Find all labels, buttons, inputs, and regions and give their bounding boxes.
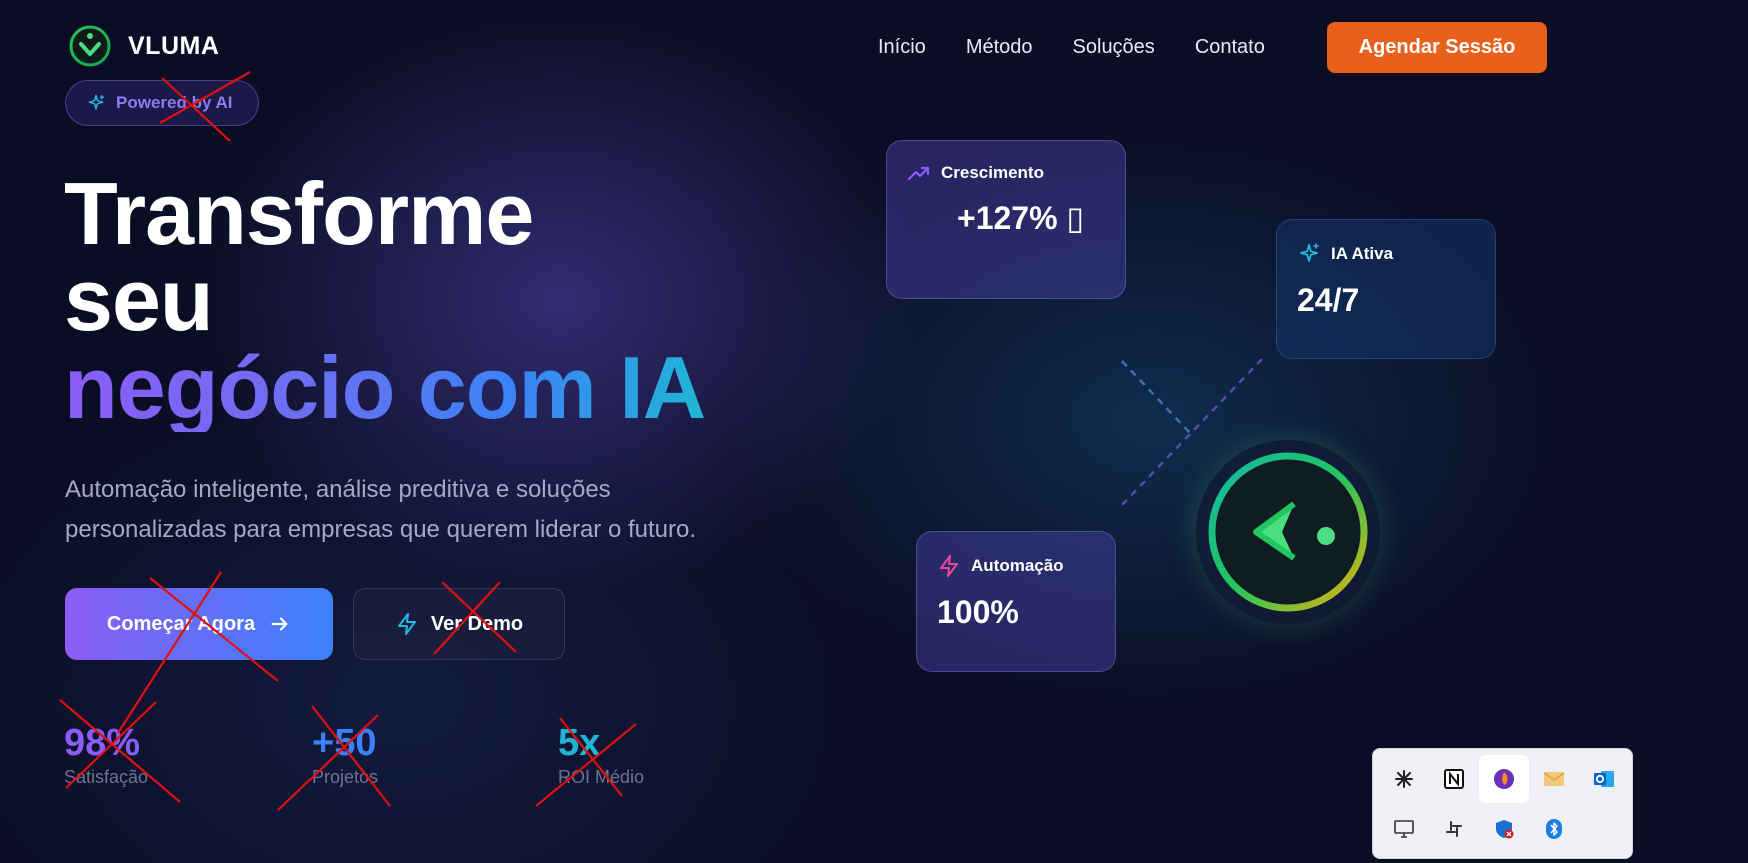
claude-icon[interactable] (1379, 755, 1429, 803)
sparkles-icon (88, 94, 105, 110)
system-tray-popup (1372, 748, 1633, 859)
outlook-icon[interactable] (1579, 755, 1629, 803)
logo-mark-icon (69, 25, 111, 67)
zap-icon (397, 613, 416, 635)
firefox-icon[interactable] (1479, 755, 1529, 803)
stat-value-roi: 5x (558, 722, 601, 764)
ai-active-card: IA Ativa 24/7 (1276, 219, 1496, 359)
mail-icon[interactable] (1529, 755, 1579, 803)
brand-logo[interactable]: VLUMA (68, 24, 219, 68)
schedule-session-button[interactable]: Agendar Sessão (1327, 22, 1547, 73)
hero-subtitle-line-2: personalizadas para empresas que querem … (65, 516, 697, 543)
nav-item-contato[interactable]: Contato (1195, 36, 1265, 59)
hero-title-line-2: seu (64, 250, 214, 349)
defender-icon[interactable] (1479, 805, 1529, 853)
stat-label-roi: ROI Médio (558, 767, 645, 787)
zap-icon (940, 555, 958, 577)
hero-title-line-3: negócio com IA (64, 338, 706, 437)
automation-card-label: Automação (971, 556, 1064, 575)
view-demo-button[interactable]: Ver Demo (353, 588, 565, 660)
stat-value-projects: +50 (312, 722, 377, 764)
notion-icon[interactable] (1429, 755, 1479, 803)
hero-subtitle-line-1: Automação inteligente, análise preditiva… (65, 476, 611, 503)
stat-label-satisfaction: Satisfação (64, 767, 149, 787)
stat-label-projects: Projetos (312, 767, 379, 787)
growth-card: Crescimento +127% ▯ (886, 140, 1126, 299)
stat-value-satisfaction: 98% (64, 722, 141, 764)
view-demo-label: Ver Demo (430, 612, 524, 635)
nav-item-metodo[interactable]: Método (966, 36, 1033, 59)
badge-label: Powered by AI (116, 93, 233, 112)
powered-by-badge: Powered by AI (65, 80, 259, 126)
ai-active-card-label: IA Ativa (1331, 244, 1394, 263)
display-icon[interactable] (1379, 805, 1429, 853)
main-nav: Início Método Soluções Contato (878, 36, 1265, 59)
hero-title-line-1: Transforme (64, 164, 534, 263)
ring-logo-icon (1208, 452, 1368, 612)
brand-name: VLUMA (128, 31, 220, 60)
automation-card: Automação 100% (916, 531, 1116, 672)
start-now-button[interactable]: Começar Agora (65, 588, 333, 660)
ai-ring-logo (1196, 440, 1380, 624)
start-now-label: Começar Agora (106, 612, 256, 635)
growth-card-value: +127% ▯ (957, 200, 1085, 236)
slack-icon[interactable] (1429, 805, 1479, 853)
growth-card-label: Crescimento (941, 163, 1044, 182)
arrow-right-icon (271, 617, 288, 631)
trending-up-icon (907, 166, 930, 181)
bluetooth-icon[interactable] (1529, 805, 1579, 853)
hero-subtitle: Automação inteligente, análise preditiva… (65, 470, 805, 550)
automation-card-value: 100% (937, 594, 1019, 630)
ai-active-card-value: 24/7 (1297, 282, 1360, 318)
nav-item-inicio[interactable]: Início (878, 36, 926, 59)
nav-item-solucoes[interactable]: Soluções (1073, 36, 1155, 59)
sparkles-icon (1300, 243, 1319, 262)
